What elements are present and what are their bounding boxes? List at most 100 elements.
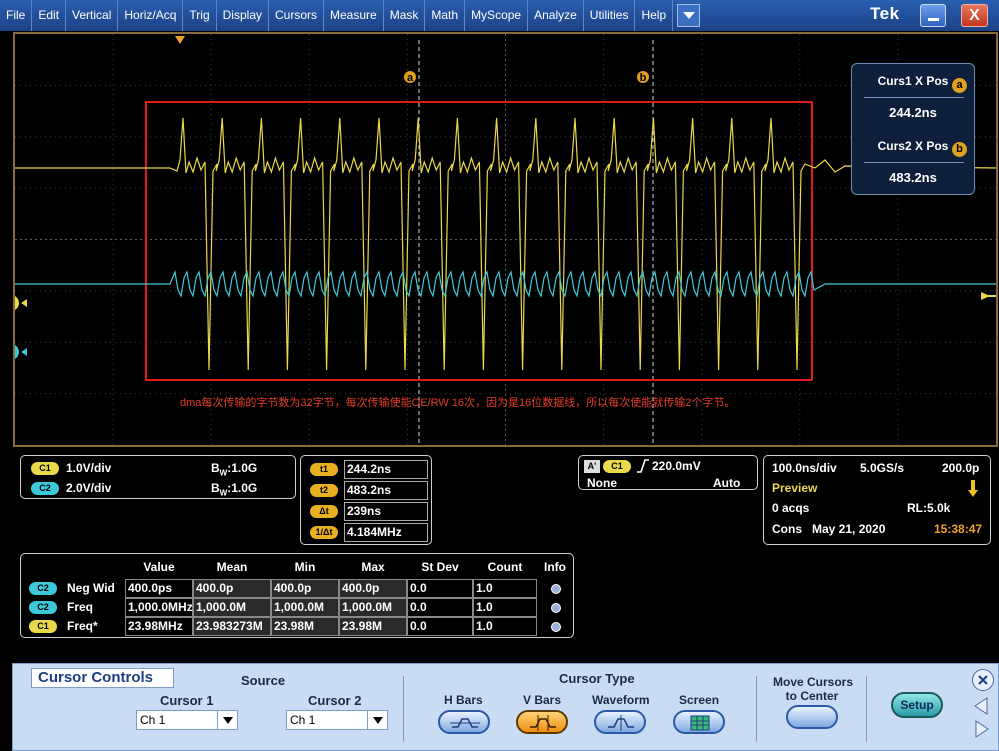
channel-scale-panel[interactable]: C1 1.0V/div BW:1.0G C2 2.0V/div BW:1.0G (20, 455, 296, 499)
ch1-scale: 1.0V/div (66, 461, 112, 475)
cursor-time-panel[interactable]: t1 244.2ns t2 483.2ns Δt 239ns 1/Δt 4.18… (300, 455, 432, 545)
curs2-value: 483.2ns (889, 170, 937, 185)
acquisition-panel[interactable]: 100.0ns/div 5.0GS/s 200.0p Preview 0 acq… (763, 455, 991, 545)
menu-item-display[interactable]: Display (217, 0, 269, 31)
cursor-controls-title: Cursor Controls (31, 668, 174, 688)
info-icon[interactable] (551, 584, 561, 594)
h-bars-icon (450, 718, 480, 728)
meas-cell-value: 400.0ps (125, 579, 193, 598)
ch1-tag[interactable]: C1 (31, 462, 59, 475)
menu-item-vertical[interactable]: Vertical (66, 0, 119, 31)
menu-item-math[interactable]: Math (425, 0, 466, 31)
menu-overflow-chevron-icon[interactable] (677, 4, 701, 27)
trigger-position-marker (175, 36, 185, 44)
panel-next-button[interactable] (972, 719, 994, 741)
meas-row-channel-tag[interactable]: C2 (29, 582, 57, 595)
menu-item-trig[interactable]: Trig (183, 0, 217, 31)
rising-edge-icon (637, 459, 649, 473)
screen-cursor-button[interactable] (673, 710, 725, 734)
cursor-b-marker: b (640, 72, 647, 84)
curs1-value: 244.2ns (889, 105, 937, 120)
trigger-level: 220.0mV (652, 459, 701, 473)
acq-count: 0 acqs (772, 501, 810, 515)
meas-header-count: Count (487, 560, 523, 574)
menu-item-measure[interactable]: Measure (324, 0, 384, 31)
measurement-table[interactable]: Value Mean Min Max St Dev Count Info C2 Neg Wid 4… (20, 553, 574, 638)
v-bars-label: V Bars (523, 693, 562, 707)
meas-row-channel-tag[interactable]: C1 (29, 620, 57, 633)
cursor-controls-panel: Cursor Controls Source Cursor 1 Ch 1 Cur… (12, 663, 999, 751)
menu-item-utilities[interactable]: Utilities (584, 0, 636, 31)
meas-cell-mean: 400.0p (193, 579, 271, 598)
sample-rate: 5.0GS/s (860, 461, 905, 475)
menu-item-horiz-acq[interactable]: Horiz/Acq (118, 0, 184, 31)
menu-bar: File Edit Vertical Horiz/Acq Trig Display Curs… (0, 0, 999, 31)
menu-item-mask[interactable]: Mask (384, 0, 426, 31)
timebase: 100.0ns/div (772, 461, 837, 475)
waveform-display[interactable]: ab12 dma每次传输的字节数为32字节，每次传输使能OE/RW 16次，因为… (13, 32, 998, 447)
ch2-scale: 2.0V/div (66, 481, 112, 495)
cursor-position-readout: Curs1 X Pos a 244.2ns Curs2 X Pos b 483.… (851, 63, 975, 195)
close-icon (978, 675, 988, 685)
meas-cell-mean: 23.983273M (193, 617, 271, 636)
meas-header-max: Max (361, 560, 385, 574)
cursor2-source-select[interactable]: Ch 1 (286, 710, 388, 730)
v-bars-button[interactable] (516, 710, 568, 734)
meas-cell-count: 1.0 (473, 598, 537, 617)
trigger-mode-tag: A' (584, 460, 600, 473)
h-bars-button[interactable] (438, 710, 490, 734)
ch2-tag[interactable]: C2 (31, 482, 59, 495)
menu-item-edit[interactable]: Edit (32, 0, 67, 31)
info-icon[interactable] (551, 622, 561, 632)
meas-header-value: Value (143, 560, 175, 574)
graticule: ab12 (15, 34, 996, 445)
source-label: Source (241, 673, 286, 688)
ch1-bandwidth: BW:1.0G (211, 461, 258, 478)
menu-item-help[interactable]: Help (635, 0, 674, 31)
inv-delta-t-value: 4.184MHz (344, 523, 428, 542)
delta-t-value: 239ns (344, 502, 428, 521)
chevron-down-icon (217, 711, 237, 729)
meas-cell-count: 1.0 (473, 617, 537, 636)
clock-time: 15:38:47 (934, 522, 983, 536)
meas-cell-value: 23.98MHz (125, 617, 193, 636)
cursor1-source-select[interactable]: Ch 1 (136, 710, 238, 730)
move-cursors-to-center-button[interactable] (786, 705, 838, 729)
triangle-right-icon (975, 720, 989, 738)
menu-item-file[interactable]: File (0, 0, 33, 31)
menu-item-analyze[interactable]: Analyze (528, 0, 584, 31)
meas-cell-max: 23.98M (339, 617, 407, 636)
waveform-label: Waveform (592, 693, 650, 707)
meas-header-st-dev: St Dev (421, 560, 459, 574)
menu-item-cursors[interactable]: Cursors (269, 0, 325, 31)
meas-row-name: Freq* (67, 619, 98, 633)
trigger-panel[interactable]: A' C1 220.0mV None Auto (578, 455, 758, 490)
meas-cell-max: 400.0p (339, 579, 407, 598)
setup-button[interactable]: Setup (891, 692, 943, 718)
cursor1-label: Cursor 1 (160, 693, 214, 708)
panel-close-button[interactable] (972, 669, 994, 691)
trigger-coupling: None (587, 476, 617, 490)
screen-label: Screen (679, 693, 720, 707)
panel-prev-button[interactable] (972, 696, 994, 718)
info-icon[interactable] (551, 603, 561, 613)
meas-header-min: Min (294, 560, 316, 574)
close-button[interactable]: X (961, 4, 988, 27)
trigger-position-icon (968, 480, 978, 497)
meas-cell-min: 400.0p (271, 579, 339, 598)
ch1-ground-marker (15, 296, 19, 310)
waveform-cursor-button[interactable] (594, 710, 646, 734)
meas-cell-stdev: 0.0 (407, 579, 473, 598)
meas-row-channel-tag[interactable]: C2 (29, 601, 57, 614)
meas-cell-count: 1.0 (473, 579, 537, 598)
meas-cell-mean: 1,000.0M (193, 598, 271, 617)
minimize-button[interactable] (920, 4, 946, 27)
trigger-source: C1 (603, 460, 631, 473)
delta-t-tag: Δt (310, 505, 338, 518)
ch2-bandwidth: BW:1.0G (211, 481, 258, 498)
ch2-ground-marker (15, 345, 19, 359)
trigger-mode: Auto (713, 476, 741, 490)
meas-cell-max: 1,000.0M (339, 598, 407, 617)
ch1-ground-arrow (21, 299, 27, 307)
menu-item-myscope[interactable]: MyScope (465, 0, 529, 31)
